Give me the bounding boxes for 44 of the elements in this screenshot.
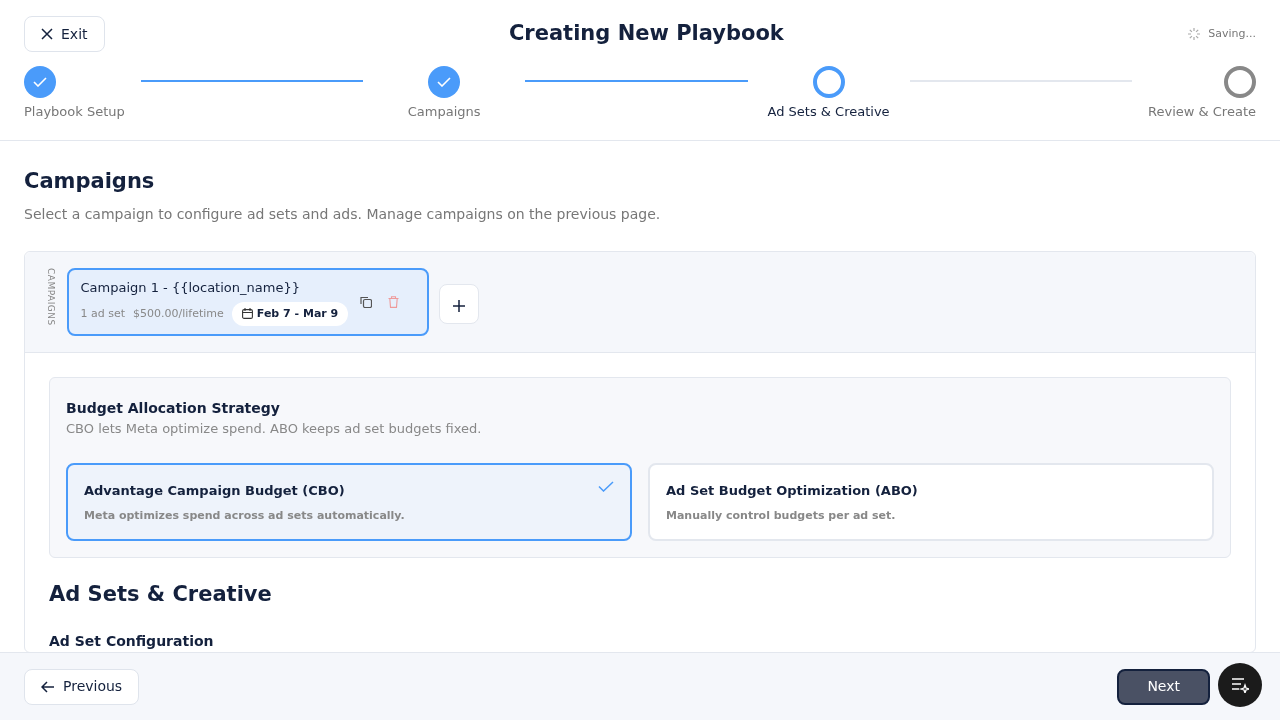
step-label: Campaigns — [407, 103, 481, 121]
strategy-subtitle: CBO lets Meta optimize spend. ABO keeps ad set budgets fixed. — [66, 420, 483, 439]
step-indicator[interactable] — [24, 66, 56, 98]
calendar-icon — [241, 308, 253, 320]
section-subtitle: Select a campaign to configure ad sets and ads. Manage campaigns on the previous page. — [24, 205, 662, 225]
plus-icon — [452, 299, 465, 312]
step-indicator[interactable] — [812, 66, 845, 98]
section-title: Ad Sets & Creative — [49, 581, 273, 607]
option-description: Manually control budgets per ad set. — [666, 508, 897, 525]
check-icon — [598, 480, 614, 492]
previous-button[interactable]: Previous — [24, 668, 140, 705]
trash-icon[interactable] — [387, 296, 399, 309]
campaign-card[interactable]: Campaign 1 - {{location_name}} 1 ad set $500.00/lifetime Feb 7 - Mar 9 — [66, 268, 429, 337]
date-range-pill: Feb 7 - Mar 9 — [231, 301, 349, 327]
page-title: Creating New Playbook — [508, 21, 784, 47]
spinner-icon — [1188, 28, 1201, 40]
saving-status: Saving... — [1208, 25, 1256, 42]
rail-label: CAMPAIGNS — [44, 268, 57, 326]
option-title: Ad Set Budget Optimization (ABO) — [666, 481, 918, 500]
campaign-name: Campaign 1 - {{location_name}} — [80, 279, 301, 298]
next-button[interactable]: Next — [1117, 668, 1210, 705]
arrow-left-icon — [41, 680, 55, 693]
close-icon — [41, 28, 53, 40]
step-indicator[interactable] — [1224, 66, 1256, 98]
check-icon — [33, 77, 47, 87]
add-button[interactable] — [438, 284, 479, 325]
floating-action-button[interactable] — [1218, 663, 1262, 707]
section-title: Campaigns — [24, 169, 156, 195]
list-sparkle-icon — [1231, 677, 1249, 693]
step-indicator[interactable] — [428, 66, 461, 98]
exit-button[interactable]: Exit — [24, 16, 105, 52]
step-label: Ad Sets & Creative — [767, 103, 890, 121]
check-icon — [437, 77, 452, 87]
step-label: Playbook Setup — [24, 103, 125, 121]
subsection-title: Ad Set Configuration — [49, 631, 215, 651]
strategy-title: Budget Allocation Strategy — [66, 399, 281, 419]
option-title: Advantage Campaign Budget (CBO) — [84, 481, 345, 500]
step-label: Review & Create — [1148, 103, 1256, 121]
strategy-option[interactable]: Advantage Campaign Budget (CBO) Meta optimizes spend across ad sets automatically. — [66, 462, 632, 541]
ad-set-count: 1 ad set — [80, 305, 126, 322]
strategy-option[interactable]: Ad Set Budget Optimization (ABO) Manually control budgets per ad set. — [648, 462, 1214, 541]
campaign-budget: $500.00/lifetime — [133, 305, 224, 322]
option-description: Meta optimizes spend across ad sets automatically. — [84, 508, 406, 525]
copy-icon[interactable] — [359, 296, 372, 309]
